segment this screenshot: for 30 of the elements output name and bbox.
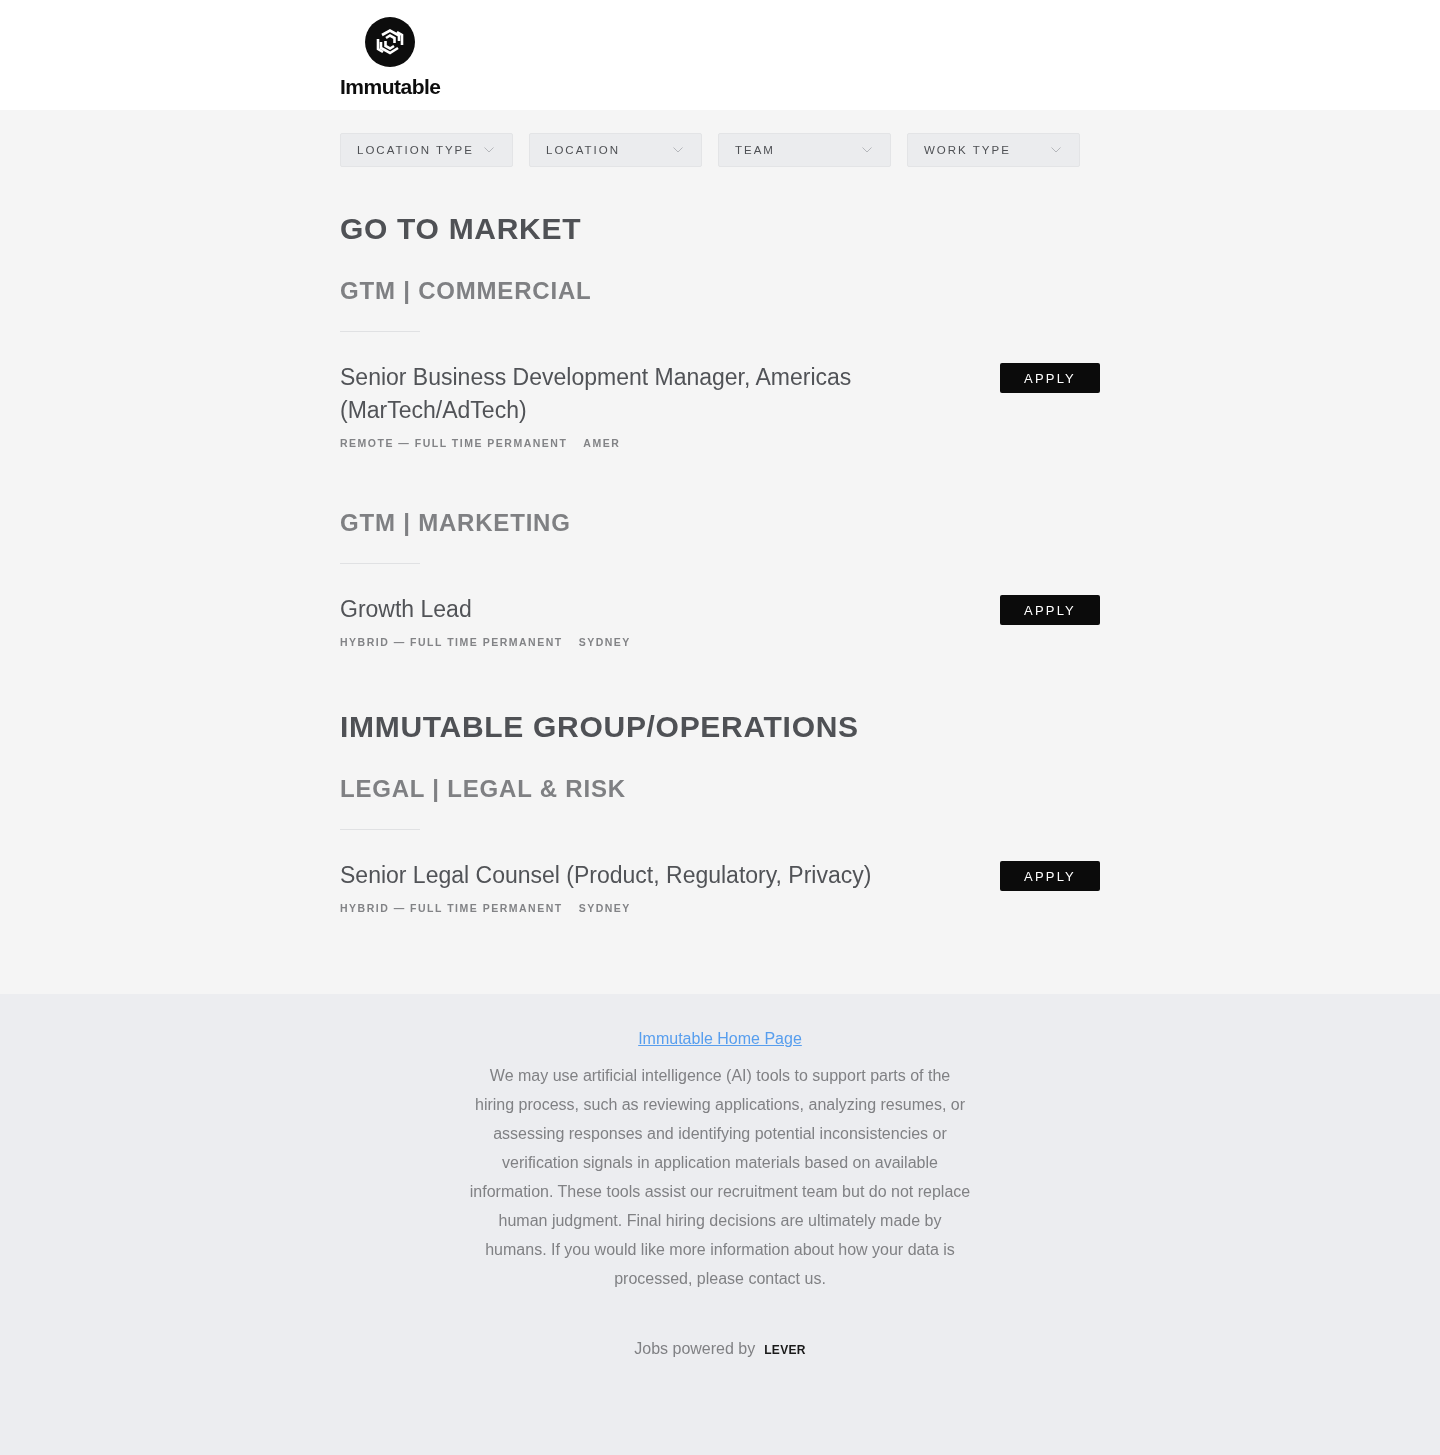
chevron-down-icon <box>484 147 494 153</box>
job-meta-text: HYBRID — FULL TIME PERMANENT <box>340 635 563 650</box>
lever-logo[interactable]: LEVER <box>764 1343 806 1357</box>
job-meta-text: SYDNEY <box>578 635 631 650</box>
brand-name[interactable]: Immutable <box>340 76 441 98</box>
filter-dropdown[interactable]: LOCATION TYPE <box>340 133 513 167</box>
department-heading: GO TO MARKET <box>340 211 582 247</box>
team-heading: LEGAL | LEGAL & RISK <box>340 774 626 804</box>
job-title-link[interactable]: Growth Lead <box>340 593 980 626</box>
job-meta-text: SYDNEY <box>578 901 631 916</box>
chevron-down-icon <box>1051 147 1061 153</box>
job-meta-text: AMER <box>583 436 621 451</box>
chevron-down-icon <box>673 147 683 153</box>
filter-dropdown[interactable]: WORK TYPE <box>907 133 1080 167</box>
team-heading: GTM | COMMERCIAL <box>340 276 592 306</box>
logo-icon[interactable] <box>365 17 415 67</box>
powered-by-text: Jobs powered by <box>634 1339 756 1359</box>
job-meta-text: HYBRID — FULL TIME PERMANENT <box>340 901 563 916</box>
team-heading: GTM | MARKETING <box>340 508 571 538</box>
apply-button[interactable]: APPLY <box>1000 595 1100 625</box>
job-title-link[interactable]: Senior Business Development Manager, Americas (MarTech/AdTech) <box>340 361 980 427</box>
job-meta-text: REMOTE — FULL TIME PERMANENT <box>340 436 568 451</box>
filter-dropdown[interactable]: LOCATION <box>529 133 702 167</box>
job-title-link[interactable]: Senior Legal Counsel (Product, Regulatory, Privacy) <box>340 859 980 892</box>
filter-dropdown[interactable]: TEAM <box>718 133 891 167</box>
ai-disclaimer-text: We may use artificial intelligence (AI) tools to support parts of the hiring process, such as reviewing applications, analyzing resumes, or assessing responses and identifying potential inconsistencies or verification signals in application materials based on available information. These tools assist our recruitment team but do not replace human judgment. Final hiring decisions are ultimately made by humans. If you would like more information about how your data is processed, please contact us. <box>469 1066 971 1289</box>
chevron-down-icon <box>862 147 872 153</box>
apply-button[interactable]: APPLY <box>1000 363 1100 393</box>
department-heading: IMMUTABLE GROUP/OPERATIONS <box>340 709 859 745</box>
apply-button[interactable]: APPLY <box>1000 861 1100 891</box>
